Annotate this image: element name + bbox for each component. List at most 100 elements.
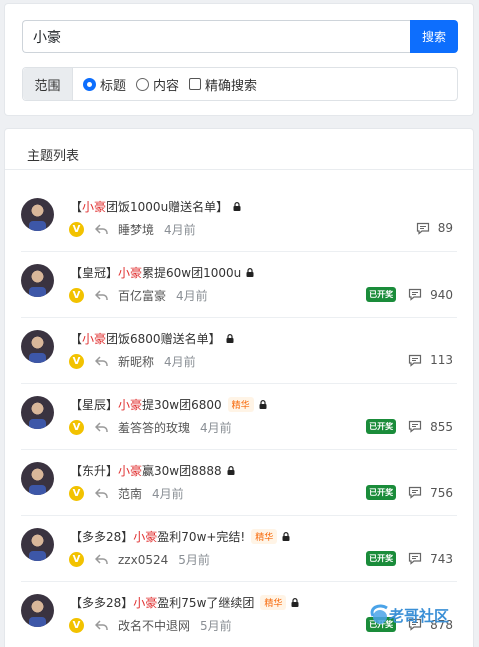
scope-option-exact[interactable]: 精确搜索 <box>189 75 257 94</box>
comment-icon <box>408 354 422 367</box>
content-radio[interactable] <box>136 77 150 91</box>
essence-tag: 精华 <box>251 529 278 544</box>
title-highlight: 小豪 <box>118 266 143 280</box>
author-name[interactable]: 改名不中退网 <box>118 617 190 634</box>
author-name[interactable]: 睡梦境 <box>118 221 154 238</box>
title-prefix: 【 <box>70 332 83 346</box>
title-suffix: 累提60w团1000u <box>142 266 242 280</box>
topic-title[interactable]: 【小豪 团饭6800赠送名单】 <box>70 330 234 347</box>
topic-title[interactable]: 【皇冠】 小豪 累提60w团1000u <box>70 264 254 281</box>
search-button[interactable]: 搜索 <box>410 20 458 53</box>
lock-icon <box>246 268 254 277</box>
topic-list-header: 主题列表 <box>5 129 473 170</box>
topic-title[interactable]: 【多多28】 小豪 盈利70w+完结! 精华 <box>70 528 290 545</box>
topic-item[interactable]: 【小豪 团饭1000u赠送名单】 V 睡梦境 4月前 89 <box>21 186 457 252</box>
topic-item[interactable]: 【多多28】 小豪 盈利70w+完结! 精华 V zzx0524 5月前 已开奖 74… <box>21 516 457 582</box>
topic-item[interactable]: 【东升】 小豪 赢30w团8888 V 范南 4月前 已开奖 756 <box>21 450 457 516</box>
post-time: 4月前 <box>176 289 208 303</box>
scope-option-title[interactable]: 标题 <box>83 75 126 94</box>
title-suffix: 盈利70w+完结! <box>157 530 246 544</box>
post-time: 4月前 <box>200 421 232 435</box>
topic-meta: V 睡梦境 4月前 <box>69 221 196 238</box>
post-time: 4月前 <box>152 487 184 501</box>
topic-title[interactable]: 【星辰】 小豪 提30w团6800 精华 <box>70 396 267 413</box>
essence-tag: 精华 <box>260 595 287 610</box>
topic-meta: V 羞答答的玫瑰 4月前 <box>69 419 232 436</box>
topic-meta: V 百亿富豪 4月前 <box>69 287 208 304</box>
avatar[interactable] <box>21 198 54 231</box>
topic-stats: 已开奖 855 <box>366 419 453 434</box>
vip-badge-icon: V <box>69 552 84 567</box>
comment-count: 113 <box>430 353 453 367</box>
scope-option-exact-label: 精确搜索 <box>205 78 258 94</box>
svg-text:老哥社区: 老哥社区 <box>388 607 449 625</box>
author-name[interactable]: 新昵称 <box>118 353 154 370</box>
exact-checkbox[interactable] <box>189 78 202 90</box>
title-radio[interactable] <box>83 77 96 91</box>
scope-option-title-label: 标题 <box>100 78 127 94</box>
title-highlight: 小豪 <box>82 332 107 346</box>
avatar[interactable] <box>21 264 54 297</box>
avatar[interactable] <box>21 462 54 495</box>
essence-tag: 精华 <box>227 397 254 412</box>
topic-title[interactable]: 【小豪 团饭1000u赠送名单】 <box>70 198 241 215</box>
opened-badge: 已开奖 <box>366 485 397 500</box>
topic-list: 【小豪 团饭1000u赠送名单】 V 睡梦境 4月前 89 【皇冠】 小豪 累提60w… <box>5 186 473 647</box>
title-prefix: 【皇冠】 <box>70 266 119 280</box>
search-bar: 搜索 <box>22 20 458 53</box>
avatar[interactable] <box>21 396 54 429</box>
reply-icon <box>95 356 108 366</box>
comment-icon <box>416 222 429 235</box>
topic-title[interactable]: 【多多28】 小豪 盈利75w了继续团 精华 <box>70 594 299 611</box>
comment-count: 940 <box>430 287 453 302</box>
topic-meta: V 范南 4月前 <box>69 485 184 502</box>
scope-label: 范围 <box>23 68 73 100</box>
topic-stats: 已开奖 756 <box>366 485 453 500</box>
title-prefix: 【多多28】 <box>70 530 134 544</box>
search-input[interactable] <box>22 20 410 53</box>
lock-icon <box>291 598 299 607</box>
lock-icon <box>259 400 267 409</box>
post-time: 4月前 <box>164 223 196 237</box>
author-name[interactable]: 羞答答的玫瑰 <box>118 419 190 436</box>
reply-icon <box>95 290 108 300</box>
title-highlight: 小豪 <box>133 596 158 610</box>
opened-badge: 已开奖 <box>366 551 397 566</box>
reply-icon <box>95 422 108 432</box>
title-prefix: 【 <box>70 200 83 214</box>
post-time: 4月前 <box>164 355 196 369</box>
opened-badge: 已开奖 <box>366 419 397 434</box>
title-suffix: 团饭1000u赠送名单】 <box>106 200 229 214</box>
author-name[interactable]: zzx0524 <box>118 553 168 567</box>
title-suffix: 赢30w团8888 <box>142 464 222 478</box>
vip-badge-icon: V <box>69 420 84 435</box>
scope-option-content[interactable]: 内容 <box>136 75 179 94</box>
topic-stats: 已开奖 743 <box>366 551 453 566</box>
lock-icon <box>233 202 241 211</box>
topic-item[interactable]: 【皇冠】 小豪 累提60w团1000u V 百亿富豪 4月前 已开奖 940 <box>21 252 457 318</box>
comment-icon <box>408 552 422 565</box>
avatar[interactable] <box>21 594 54 627</box>
title-prefix: 【星辰】 <box>70 398 119 412</box>
post-time: 5月前 <box>200 619 232 633</box>
title-suffix: 提30w团6800 <box>142 398 222 412</box>
lock-icon <box>227 466 235 475</box>
topic-title[interactable]: 【东升】 小豪 赢30w团8888 <box>70 462 235 479</box>
avatar[interactable] <box>21 330 54 363</box>
lock-icon <box>226 334 234 343</box>
search-card: 搜索 范围 标题 内容 精确搜索 <box>4 3 474 116</box>
reply-icon <box>95 620 108 630</box>
comment-icon <box>408 486 422 499</box>
topic-item[interactable]: 【小豪 团饭6800赠送名单】 V 新昵称 4月前 113 <box>21 318 457 384</box>
topic-stats: 113 <box>408 353 453 367</box>
topic-meta: V zzx0524 5月前 <box>69 551 210 568</box>
reply-icon <box>95 488 108 498</box>
title-highlight: 小豪 <box>118 398 143 412</box>
title-prefix: 【多多28】 <box>70 596 134 610</box>
topic-stats: 已开奖 940 <box>366 287 453 302</box>
vip-badge-icon: V <box>69 354 84 369</box>
author-name[interactable]: 范南 <box>118 485 142 502</box>
author-name[interactable]: 百亿富豪 <box>118 287 166 304</box>
topic-item[interactable]: 【星辰】 小豪 提30w团6800 精华 V 羞答答的玫瑰 4月前 已开奖 855 <box>21 384 457 450</box>
avatar[interactable] <box>21 528 54 561</box>
